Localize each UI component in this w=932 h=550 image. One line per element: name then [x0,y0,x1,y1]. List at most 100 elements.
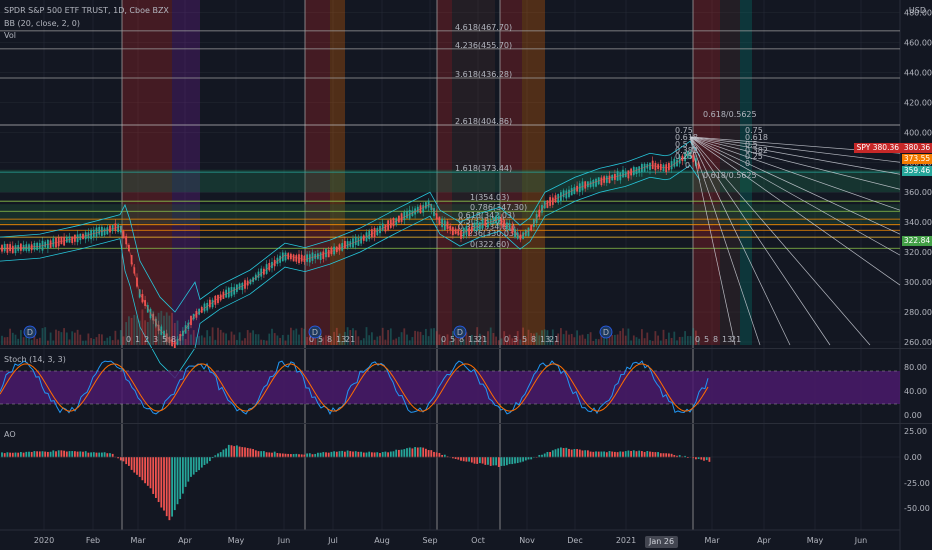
volume-bar [265,340,268,345]
ao-bar [44,451,47,458]
time-axis-label: May [228,536,245,545]
ao-bar [92,452,95,458]
ao-bar [352,451,354,458]
fib-time-label: 3 [513,335,518,344]
volume-bar [233,334,236,345]
ao-bar [219,452,222,458]
volume-bar [227,340,230,345]
fib-level-label: 4.236(455.70) [455,41,512,50]
ao-bar [500,457,503,466]
volume-bar [219,329,222,345]
bb-legend[interactable]: BB (20, close, 2, 0) [4,19,80,28]
ao-bar [317,452,319,458]
volume-bar [281,335,284,345]
volume-bar [384,339,387,345]
ao-bar [389,451,392,458]
time-axis-label: Mar [130,536,146,545]
ao-axis-label: -25.00 [904,479,930,488]
volume-bar [392,339,395,345]
ao-bar [22,452,25,458]
volume-bar [649,340,651,345]
volume-legend[interactable]: Vol [4,31,16,40]
volume-bar [84,340,87,345]
volume-bar [573,337,576,345]
ao-axis-label: 0.00 [904,453,922,462]
ao-bar [543,453,546,458]
fib-time-label: 21 [731,335,741,344]
pane-separator-stoch[interactable] [0,348,932,349]
candle-body [3,243,6,252]
dividend-marker-label: D [312,328,318,337]
volume-bar [597,339,600,345]
volume-bar [149,314,152,345]
volume-bar [273,333,276,345]
volume-bar [182,329,184,345]
ao-bar [230,445,233,458]
ao-bar [252,449,254,458]
ao-bar [373,452,376,458]
ao-bar [527,457,530,460]
ao-bar [106,453,109,458]
candle-body [546,200,549,208]
ao-bar [279,453,281,458]
candle-body [327,249,330,258]
candle-body [322,251,325,259]
ao-bar [600,451,603,458]
currency-label: USD [908,6,926,15]
ao-bar [630,450,632,458]
ao-bar [395,449,398,458]
volume-bar [38,337,41,345]
candle-body [25,244,28,251]
volume-bar [257,334,260,345]
ao-bar [592,451,595,458]
symbol-legend[interactable]: SPDR S&P 500 ETF TRUST, 1D, Cboe BZX [4,6,169,15]
volume-bar [678,336,681,345]
ao-bar [668,453,670,458]
ao-bar [570,449,573,458]
ao-bar [122,457,125,462]
ao-bar [227,444,230,458]
candle-body [605,176,608,183]
ao-bar [460,457,462,461]
volume-bar [686,336,689,345]
ao-bar [130,457,133,470]
candle-body [406,211,408,219]
price-tag-low: 322.84 [902,236,932,246]
candle-body [481,219,484,229]
volume-bar [60,332,63,345]
candle-body [584,181,587,189]
volume-bar [3,337,6,345]
ao-bar [63,450,65,458]
volume-bar [614,334,616,345]
ao-bar [438,452,441,458]
volume-bar [560,328,562,345]
candle-body [330,247,333,255]
candle-body [103,228,106,236]
ao-bar [160,457,163,508]
ao-bar [425,448,427,458]
volume-bar [411,337,414,345]
volume-bar [630,340,632,345]
ao-bar [184,457,187,487]
chart-canvas[interactable]: 2020 Feb Mar Apr May Jun Jul Aug Sep Oct Nov Dec 202… [0,0,932,550]
fib-time-label: 8 [327,335,332,344]
ao-bar [657,452,659,458]
ao-bar [430,450,433,458]
time-axis-label: Sep [422,536,437,545]
ao-bar [608,451,611,458]
candle-body [117,224,119,232]
volume-bar [435,331,438,345]
volume-bar [57,330,60,345]
ao-bar [149,457,152,489]
ao-legend[interactable]: AO [4,430,16,439]
volume-bar [71,331,74,345]
pane-separator-ao[interactable] [0,423,932,424]
ao-bar [233,446,236,458]
fib-time-label: 0 [504,335,509,344]
stoch-legend[interactable]: Stoch (14, 3, 3) [4,355,66,364]
price-axis-label: 280.00 [904,308,932,317]
ao-bar [524,457,527,461]
ao-bar [398,449,400,458]
volume-bar [395,338,398,345]
ao-bar [703,457,705,461]
